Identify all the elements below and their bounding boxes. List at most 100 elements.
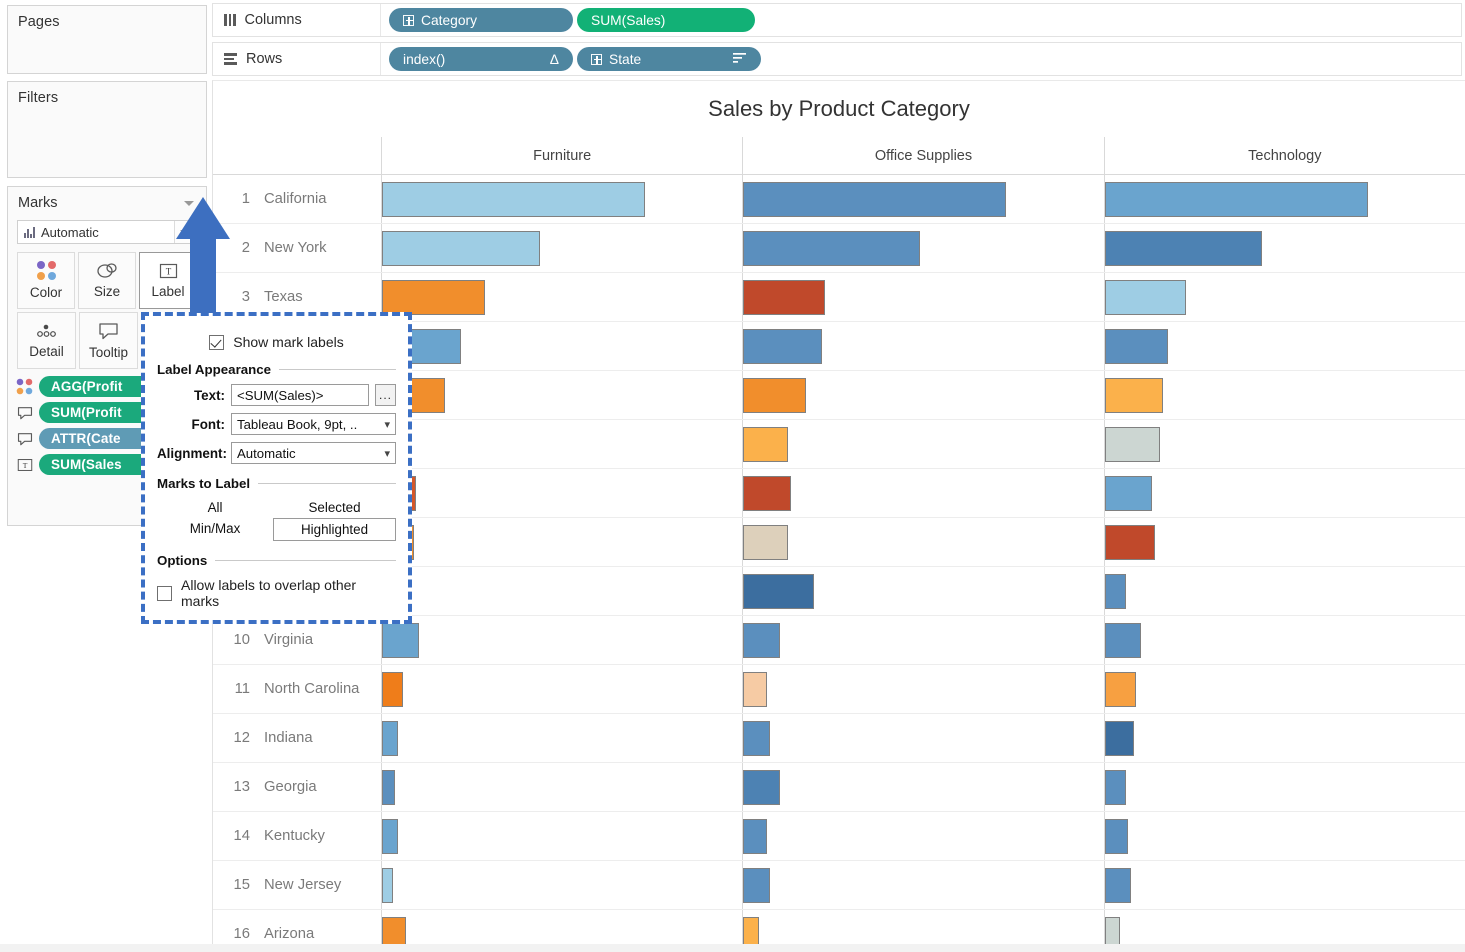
columns-shelf[interactable]: Columns Category SUM(Sales) [212, 3, 1462, 37]
pages-shelf[interactable]: Pages [7, 5, 207, 74]
rows-shelf[interactable]: Rows index() Δ State [212, 42, 1462, 76]
row-state-label: North Carolina [264, 681, 360, 697]
bar-mark[interactable] [1104, 476, 1152, 511]
bar-mark[interactable] [1104, 427, 1160, 462]
row-header[interactable]: 13 Georgia [213, 763, 381, 811]
chart-cell [1103, 371, 1465, 419]
bar-mark[interactable] [1104, 868, 1131, 903]
expand-plus-icon[interactable] [403, 14, 414, 26]
bar-mark[interactable] [1104, 329, 1168, 364]
table-row[interactable]: 15 New Jersey [213, 861, 1465, 910]
bar-mark[interactable] [1104, 770, 1126, 805]
show-mark-labels-checkbox[interactable] [209, 334, 225, 350]
bar-mark[interactable] [743, 623, 781, 658]
row-header[interactable]: 15 New Jersey [213, 861, 381, 909]
bar-mark[interactable] [1104, 721, 1134, 756]
bar-mark[interactable] [382, 231, 540, 266]
font-dropdown[interactable]: Tableau Book, 9pt, .. ▾ [231, 413, 396, 435]
row-header[interactable]: 14 Kentucky [213, 812, 381, 860]
bar-mark[interactable] [382, 623, 419, 658]
bar-mark[interactable] [1104, 672, 1137, 707]
bar-mark[interactable] [1104, 819, 1129, 854]
bar-mark[interactable] [1104, 231, 1263, 266]
chart-cell [381, 812, 742, 860]
row-index: 16 [233, 926, 250, 942]
table-row[interactable]: 11 North Carolina [213, 665, 1465, 714]
pill-index[interactable]: index() Δ [389, 47, 573, 71]
row-header[interactable]: 1 California [213, 175, 381, 223]
row-header[interactable]: 11 North Carolina [213, 665, 381, 713]
row-header[interactable]: 12 Indiana [213, 714, 381, 762]
options-title: Options [157, 553, 208, 568]
alignment-dropdown[interactable]: Automatic ▾ [231, 442, 396, 464]
chart-cell [742, 567, 1103, 615]
bar-mark[interactable] [382, 672, 404, 707]
bar-mark[interactable] [1104, 574, 1126, 609]
bar-mark[interactable] [1104, 525, 1155, 560]
bar-mark[interactable] [382, 182, 646, 217]
bar-mark[interactable] [743, 721, 770, 756]
bar-mark[interactable] [743, 280, 825, 315]
marks-option-highlighted[interactable]: Highlighted [273, 518, 396, 541]
bar-mark[interactable] [1104, 623, 1142, 658]
mark-type-dropdown[interactable]: Automatic [17, 220, 197, 244]
column-header-technology[interactable]: Technology [1103, 137, 1465, 174]
pill-category[interactable]: Category [389, 8, 573, 32]
sort-descending-icon[interactable] [732, 52, 747, 67]
mark-type-value: Automatic [41, 224, 99, 240]
detail-icon [35, 323, 59, 339]
marks-option-selected[interactable]: Selected [273, 497, 396, 518]
table-row[interactable]: 1 California [213, 175, 1465, 224]
bar-mark[interactable] [743, 182, 1007, 217]
bar-mark[interactable] [1104, 182, 1368, 217]
bar-mark[interactable] [743, 427, 789, 462]
marks-to-label-options: All Selected Min/Max Highlighted [157, 497, 396, 541]
bar-mark[interactable] [743, 476, 791, 511]
marks-tooltip-button[interactable]: Tooltip [79, 312, 138, 369]
bar-mark[interactable] [743, 231, 920, 266]
bar-mark[interactable] [743, 819, 767, 854]
table-row[interactable]: 13 Georgia [213, 763, 1465, 812]
allow-overlap-row[interactable]: Allow labels to overlap other marks [157, 577, 396, 609]
chart-title: Sales by Product Category [708, 96, 970, 121]
bar-mark[interactable] [382, 721, 398, 756]
chevron-down-icon: ▾ [384, 418, 390, 431]
filters-shelf[interactable]: Filters [7, 81, 207, 178]
marks-size-button[interactable]: Size [78, 252, 136, 309]
bar-mark[interactable] [743, 525, 789, 560]
marks-option-all[interactable]: All [157, 497, 273, 518]
bar-mark[interactable] [1104, 280, 1187, 315]
bar-mark[interactable] [743, 868, 770, 903]
bar-mark[interactable] [1104, 378, 1163, 413]
column-header-furniture[interactable]: Furniture [381, 137, 742, 174]
section-divider [215, 560, 396, 561]
chart-cell [381, 567, 742, 615]
bar-mark[interactable] [743, 329, 823, 364]
bar-mark[interactable] [743, 770, 781, 805]
chart-cell [1103, 273, 1465, 321]
bar-mark[interactable] [382, 819, 398, 854]
show-mark-labels-row[interactable]: Show mark labels [157, 334, 396, 350]
table-row[interactable]: 12 Indiana [213, 714, 1465, 763]
text-input[interactable]: <SUM(Sales)> [231, 384, 369, 406]
bar-mark[interactable] [382, 868, 393, 903]
bar-mark[interactable] [743, 574, 815, 609]
pill-sum-sales[interactable]: SUM(Sales) [577, 8, 755, 32]
pill-state[interactable]: State [577, 47, 761, 71]
marks-option-minmax[interactable]: Min/Max [157, 518, 273, 541]
bar-mark[interactable] [743, 672, 767, 707]
allow-overlap-checkbox[interactable] [157, 585, 172, 601]
text-ellipsis-button[interactable]: ... [375, 384, 396, 406]
bar-mark[interactable] [382, 770, 396, 805]
chart-cell [1103, 469, 1465, 517]
marks-color-button[interactable]: Color [17, 252, 75, 309]
bar-mark[interactable] [743, 378, 807, 413]
text-field-label: Text: [194, 387, 225, 403]
row-header[interactable]: 2 New York [213, 224, 381, 272]
bar-mark[interactable] [382, 280, 485, 315]
table-row[interactable]: 14 Kentucky [213, 812, 1465, 861]
marks-detail-button[interactable]: Detail [17, 312, 76, 369]
expand-plus-icon[interactable] [591, 53, 602, 65]
table-row[interactable]: 2 New York [213, 224, 1465, 273]
column-header-office-supplies[interactable]: Office Supplies [742, 137, 1103, 174]
